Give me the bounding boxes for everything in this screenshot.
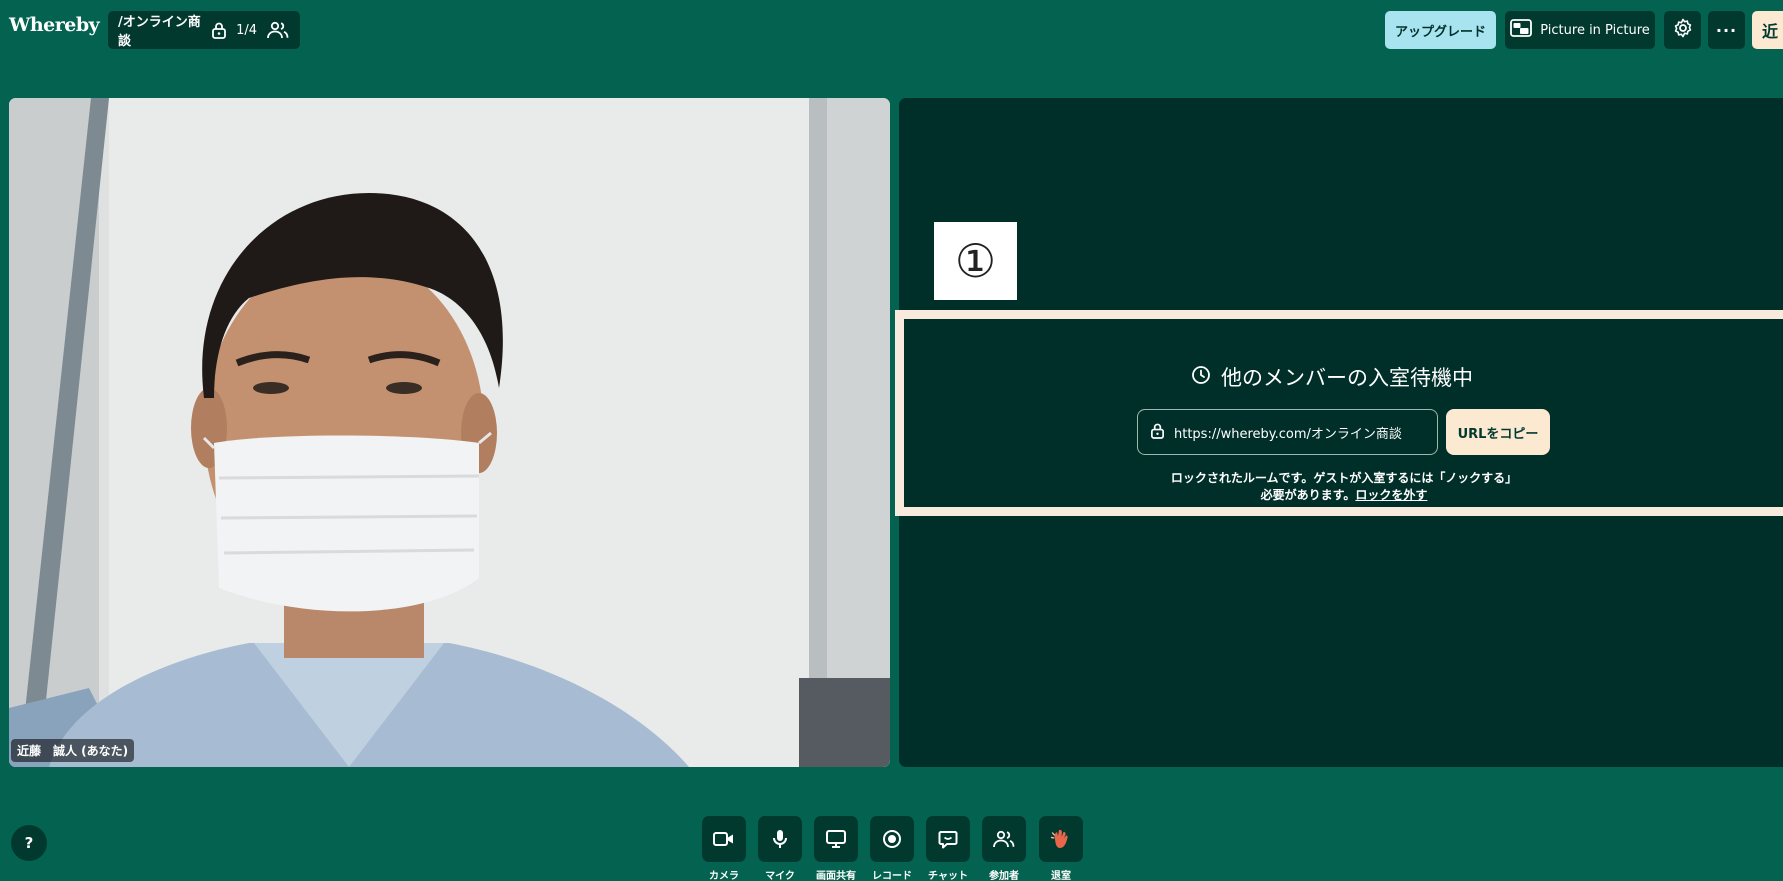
self-name-tag: 近藤 誠人 (あなた) (11, 739, 135, 762)
lock-icon (1150, 422, 1165, 443)
record-icon (870, 816, 914, 862)
settings-button[interactable] (1664, 11, 1701, 49)
room-name: /オンライン商談 (118, 15, 201, 49)
chat-icon (926, 816, 970, 862)
leave-hand-icon (1039, 816, 1083, 862)
waiting-heading: 他のメンバーの入室待機中 (1191, 362, 1473, 392)
picture-in-picture-button[interactable]: Picture in Picture (1505, 11, 1655, 49)
people-icon (266, 21, 290, 39)
gear-icon (1673, 18, 1693, 42)
avatar[interactable]: 近 (1752, 11, 1783, 49)
room-url-text: https://whereby.com/オンライン商談 (1174, 426, 1402, 442)
mic-icon (758, 816, 802, 862)
locked-room-note: ロックされたルームです。ゲストが入室するには「ノックする」 必要があります。ロッ… (1137, 470, 1551, 504)
whereby-logo[interactable]: Whereby (9, 14, 100, 36)
people-icon (982, 816, 1026, 862)
room-url-field[interactable]: https://whereby.com/オンライン商談 (1137, 409, 1438, 455)
copy-url-button[interactable]: URLをコピー (1446, 409, 1550, 455)
pip-icon (1510, 19, 1533, 41)
leave-button[interactable]: 退室 (1038, 816, 1084, 881)
mic-button[interactable]: マイク (757, 816, 803, 881)
help-button[interactable]: ? (11, 825, 47, 861)
annotation-marker: ① (934, 222, 1017, 300)
self-video-tile: 近藤 誠人 (あなた) (9, 98, 890, 767)
leave-label: 退室 (1051, 871, 1071, 881)
more-options-button[interactable]: ··· (1708, 11, 1745, 49)
pip-label: Picture in Picture (1540, 22, 1650, 38)
unlock-room-link[interactable]: ロックを外す (1355, 488, 1427, 502)
record-button[interactable]: レコード (869, 816, 915, 881)
screen-share-icon (814, 816, 858, 862)
clock-icon (1191, 365, 1211, 390)
room-info-chip[interactable]: /オンライン商談 1/4 (108, 11, 300, 49)
waiting-title-text: 他のメンバーの入室待機中 (1221, 366, 1473, 390)
whereby-app: Whereby /オンライン商談 1/4 アップグレード Picture in … (0, 0, 1783, 881)
lock-note-line2: 必要があります。 (1260, 488, 1356, 502)
participant-count: 1/4 (236, 22, 257, 38)
camera-feed-image (9, 98, 890, 767)
camera-icon (702, 816, 746, 862)
lock-icon (211, 21, 227, 39)
lock-note-line1: ロックされたルームです。ゲストが入室するには「ノックする」 (1170, 471, 1518, 485)
screen-share-button[interactable]: 画面共有 (813, 816, 859, 881)
participants-button[interactable]: 参加者 (981, 816, 1027, 881)
upgrade-button[interactable]: アップグレード (1385, 11, 1496, 49)
camera-button[interactable]: カメラ (701, 816, 747, 881)
chat-button[interactable]: チャット (925, 816, 971, 881)
